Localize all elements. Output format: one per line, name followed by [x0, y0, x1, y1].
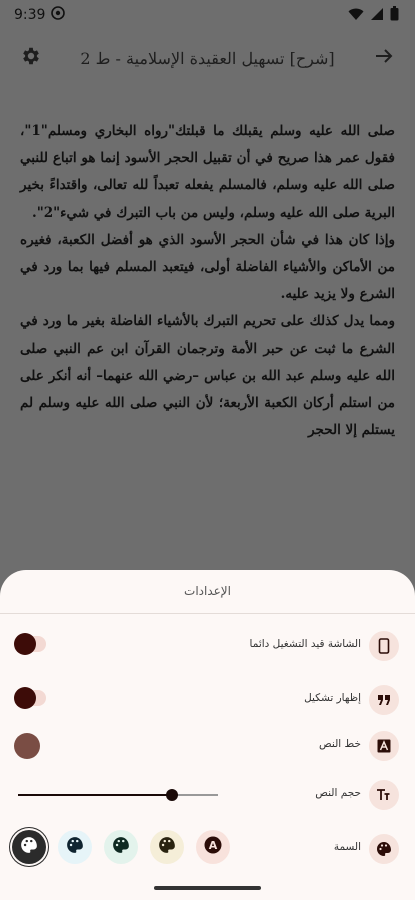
gear-icon — [20, 45, 42, 71]
status-time: 9:39 — [14, 7, 46, 23]
battery-icon — [390, 5, 399, 25]
settings-button[interactable] — [16, 43, 46, 73]
palette-icon — [369, 834, 399, 864]
palette-icon — [158, 836, 176, 858]
setting-tashkeel[interactable]: إظهار تشكيل — [0, 679, 415, 723]
theme-swatch-auto[interactable]: A — [196, 830, 230, 864]
font-size-slider[interactable] — [18, 789, 218, 801]
quote-icon — [369, 685, 399, 715]
font-icon — [369, 731, 399, 761]
page-title: [شرح] تسهيل العقيدة الإسلامية - ط 2 — [80, 48, 335, 68]
setting-label: السمة — [333, 841, 361, 853]
setting-font[interactable]: خط النص — [0, 725, 415, 769]
content-paragraph: وإذا كان هذا في شأن الحجر الأسود الذي هو… — [20, 231, 395, 303]
signal-icon — [370, 6, 384, 25]
phone-icon — [369, 631, 399, 661]
notification-icon — [51, 6, 66, 24]
svg-text:A: A — [209, 839, 218, 852]
theme-swatch-dark[interactable] — [12, 830, 46, 864]
back-button[interactable] — [369, 43, 399, 73]
palette-icon — [20, 836, 38, 858]
setting-label: حجم النص — [315, 787, 361, 799]
wifi-icon — [348, 6, 364, 25]
tashkeel-toggle[interactable] — [14, 687, 46, 709]
settings-sheet: الإعدادات الشاشة قيد التشغيل دائما إظهار… — [0, 570, 415, 900]
content-paragraph: صلى الله عليه وسلم يقبلك ما قبلتك"رواه ا… — [20, 123, 395, 221]
slider-thumb[interactable] — [166, 789, 178, 801]
theme-swatch-sand[interactable] — [150, 830, 184, 864]
setting-screen-on[interactable]: الشاشة قيد التشغيل دائما — [0, 625, 415, 669]
theme-swatch-mint[interactable] — [104, 830, 138, 864]
auto-theme-icon: A — [204, 836, 222, 858]
app-bar: [شرح] تسهيل العقيدة الإسلامية - ط 2 — [0, 36, 415, 80]
gesture-bar — [154, 886, 261, 890]
sheet-title: الإعدادات — [184, 584, 231, 598]
divider — [0, 613, 415, 614]
setting-font-size: حجم النص — [0, 774, 415, 818]
theme-swatches: A — [12, 830, 232, 866]
content-paragraph: ومما يدل كذلك على تحريم التبرك بالأشياء … — [20, 313, 395, 439]
setting-label: إظهار تشكيل — [304, 692, 361, 704]
setting-theme: السمة A — [0, 828, 415, 872]
theme-swatch-light-blue[interactable] — [58, 830, 92, 864]
toggle-knob — [14, 633, 36, 655]
setting-label: خط النص — [319, 738, 361, 750]
text-size-icon — [369, 780, 399, 810]
status-bar: 9:39 — [0, 0, 415, 30]
setting-label: الشاشة قيد التشغيل دائما — [249, 638, 361, 650]
palette-icon — [112, 836, 130, 858]
screen-on-toggle[interactable] — [14, 633, 46, 655]
book-content[interactable]: صلى الله عليه وسلم يقبلك ما قبلتك"رواه ا… — [0, 118, 415, 578]
slider-active-track — [18, 794, 172, 796]
palette-icon — [66, 836, 84, 858]
font-picker-button[interactable] — [14, 733, 40, 759]
arrow-forward-icon — [374, 46, 394, 70]
toggle-knob — [14, 687, 36, 709]
